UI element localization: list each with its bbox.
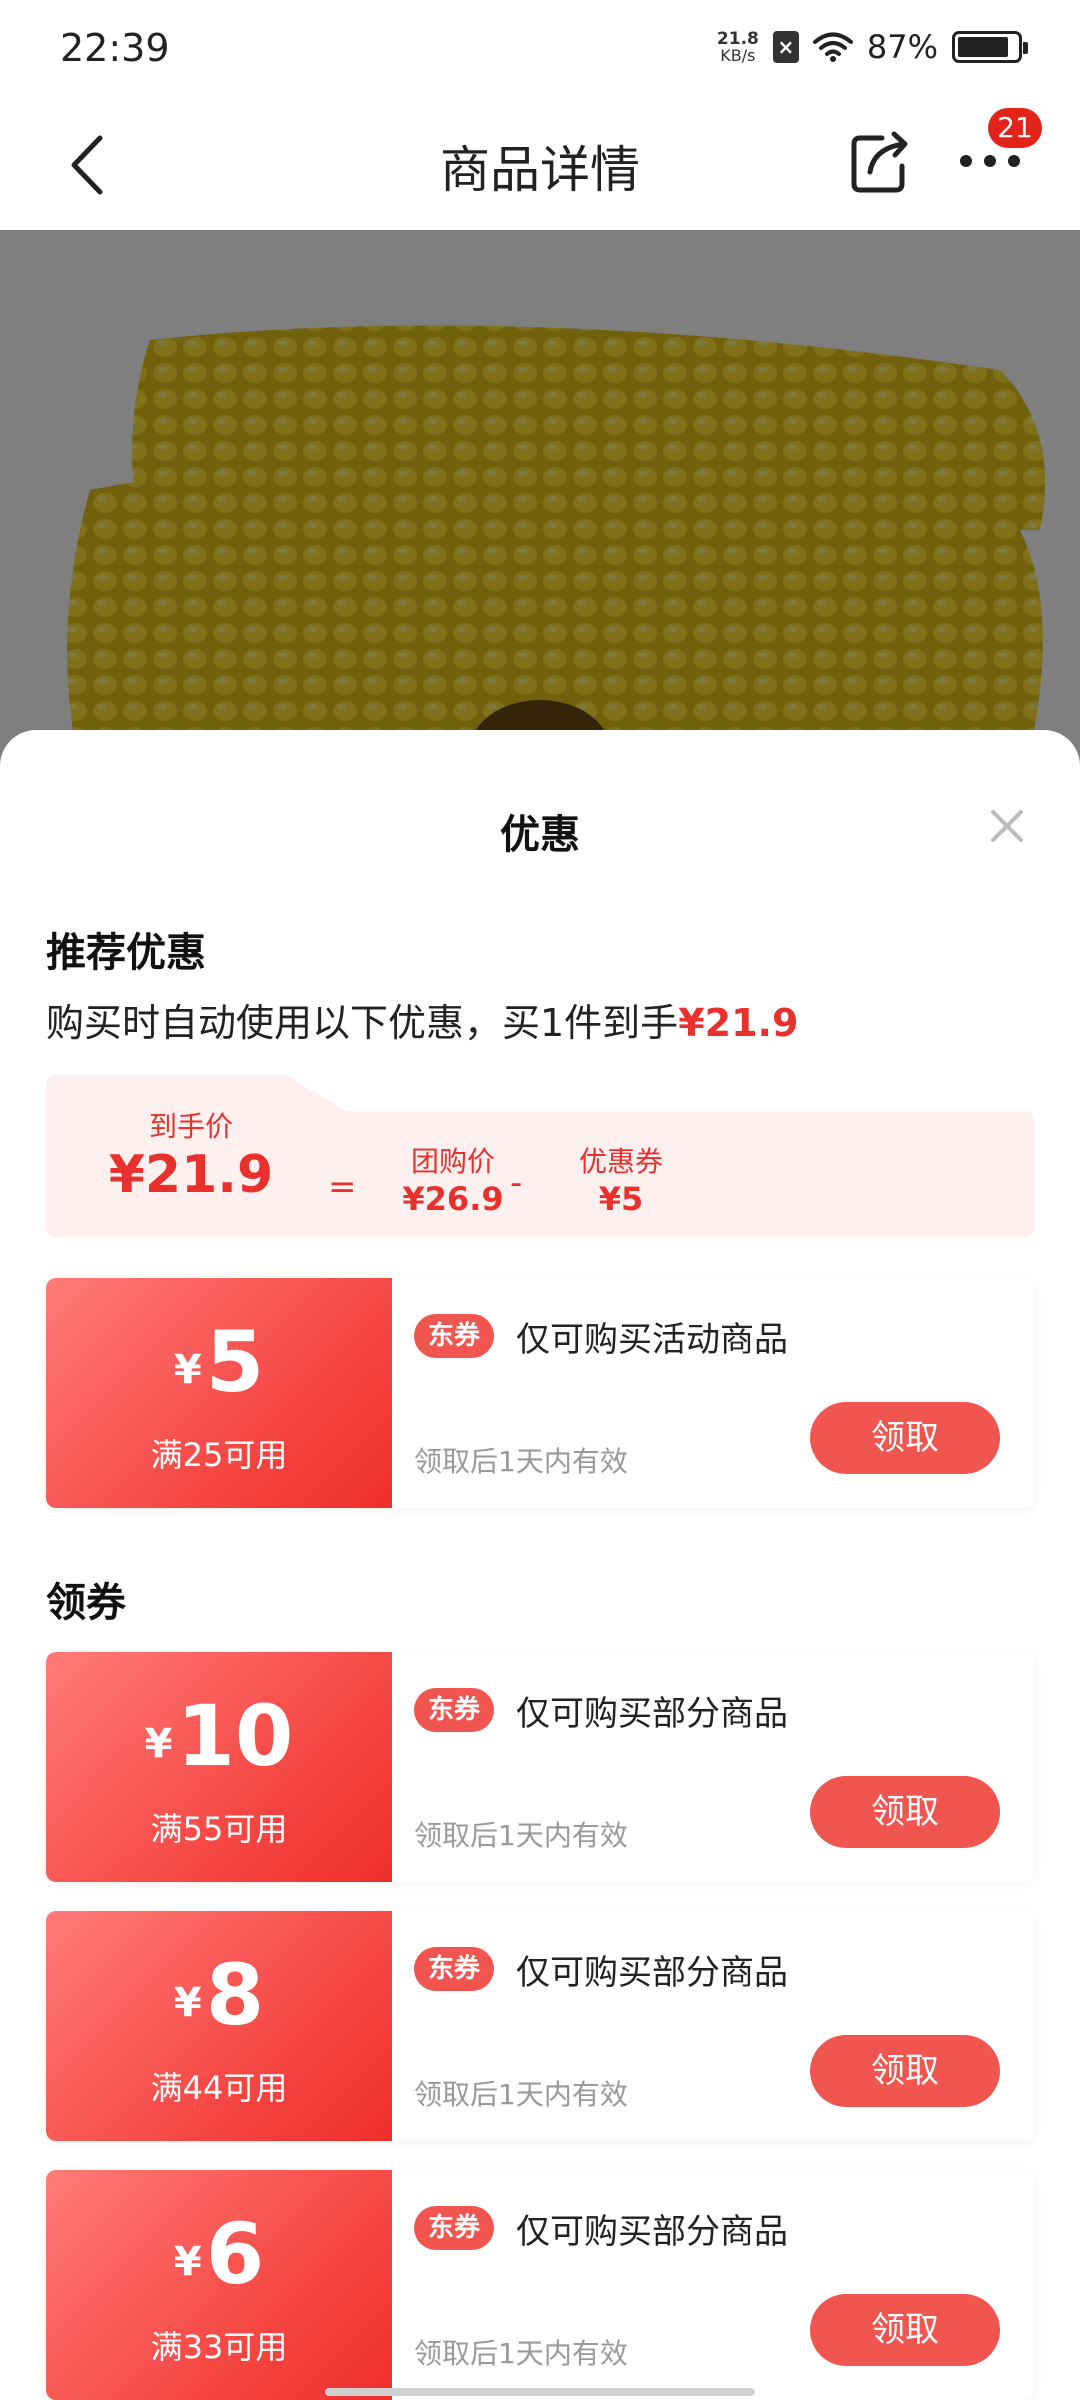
coupon-currency: ¥: [173, 1347, 202, 1393]
coupons-section-title: 领券: [46, 1580, 126, 1626]
coupon-discount-value: ¥5: [598, 1180, 644, 1218]
coupon-validity: 领取后1天内有效: [414, 2337, 628, 2370]
status-bar: 22:39 21.8 KB/s 87%: [0, 0, 1080, 100]
coupon-currency: ¥: [173, 2239, 202, 2285]
coupon-amount-panel: ¥10 满55可用: [46, 1652, 392, 1882]
net-speed: 21.8 KB/s: [716, 28, 759, 65]
price-breakdown: 到手价 ¥21.9 = 团购价 ¥26.9 - 优惠券 ¥5: [46, 1075, 1034, 1237]
recommend-title: 推荐优惠: [46, 930, 206, 976]
coupon-tag: 东券: [414, 1947, 495, 1991]
more-badge: 21: [988, 108, 1042, 148]
battery-icon: [952, 31, 1028, 63]
corn-illustration: [0, 230, 1080, 770]
sim-icon: [772, 31, 799, 63]
close-icon[interactable]: [985, 804, 1029, 848]
coupon-amount-panel: ¥6 满33可用: [46, 2170, 392, 2400]
coupon-tag: 东券: [414, 1314, 495, 1358]
coupon-desc: 仅可购买部分商品: [516, 1694, 788, 1734]
coupon-desc: 仅可购买活动商品: [516, 1320, 788, 1360]
coupon-condition: 满55可用: [150, 1810, 288, 1848]
coupon-currency: ¥: [173, 1980, 202, 2026]
coupon-discount: 优惠券 ¥5: [546, 1140, 696, 1218]
group-price: 团购价 ¥26.9: [378, 1140, 528, 1218]
claim-button[interactable]: 领取: [810, 2035, 1000, 2107]
coupon-condition: 满33可用: [150, 2328, 288, 2366]
final-price-label: 到手价: [148, 1110, 233, 1143]
group-price-value: ¥26.9: [402, 1180, 504, 1218]
recommend-desc: 购买时自动使用以下优惠，买1件到手¥21.9: [46, 992, 798, 1047]
final-price: 到手价 ¥21.9: [86, 1105, 296, 1205]
minus-sign: -: [510, 1163, 523, 1203]
wifi-icon: [812, 32, 853, 62]
battery-fill: [958, 37, 1009, 57]
coupon-desc: 仅可购买部分商品: [516, 1953, 788, 1993]
claim-button[interactable]: 领取: [810, 1776, 1000, 1848]
coupon-card: ¥6 满33可用 东券 仅可购买部分商品 领取后1天内有效 领取: [46, 2170, 1034, 2400]
group-price-label: 团购价: [410, 1145, 495, 1178]
coupon-amount: ¥6: [46, 2212, 392, 2296]
coupon-validity: 领取后1天内有效: [414, 2078, 628, 2111]
coupon-condition: 满44可用: [150, 2069, 288, 2107]
coupon-amount: ¥5: [46, 1320, 392, 1404]
coupon-value: 10: [176, 1687, 294, 1785]
share-icon[interactable]: [848, 126, 912, 196]
recommend-desc-text: 购买时自动使用以下优惠，买1件到手: [46, 1001, 679, 1045]
coupon-amount-panel: ¥5 满25可用: [46, 1278, 392, 1508]
coupon-discount-label: 优惠券: [578, 1145, 663, 1178]
equals-sign: =: [328, 1167, 357, 1207]
coupon-card: ¥10 满55可用 东券 仅可购买部分商品 领取后1天内有效 领取: [46, 1652, 1034, 1882]
nav-bar: 商品详情: [0, 100, 1080, 230]
coupon-value: 6: [205, 2205, 265, 2303]
coupon-value: 5: [205, 1313, 265, 1411]
coupon-card: ¥5 满25可用 东券 仅可购买活动商品 领取后1天内有效 领取: [46, 1278, 1034, 1508]
coupon-sheet: 优惠 推荐优惠 购买时自动使用以下优惠，买1件到手¥21.9 到手价 ¥21.9…: [0, 730, 1080, 2400]
status-time: 22:39: [60, 26, 170, 70]
coupon-tag: 东券: [414, 2206, 495, 2250]
sheet-title: 优惠: [500, 812, 580, 858]
coupon-value: 8: [205, 1946, 265, 2044]
coupon-card: ¥8 满44可用 东券 仅可购买部分商品 领取后1天内有效 领取: [46, 1911, 1034, 2141]
coupon-desc: 仅可购买部分商品: [516, 2212, 788, 2252]
claim-button[interactable]: 领取: [810, 2294, 1000, 2366]
home-indicator[interactable]: [325, 2388, 755, 2396]
status-icons: 21.8 KB/s 87%: [716, 28, 1028, 66]
coupon-validity: 领取后1天内有效: [414, 1819, 628, 1852]
coupon-amount: ¥8: [46, 1953, 392, 2037]
coupon-validity: 领取后1天内有效: [414, 1445, 628, 1478]
coupon-amount: ¥10: [46, 1694, 392, 1778]
net-speed-value: 21.8: [716, 28, 759, 49]
net-speed-unit: KB/s: [720, 45, 756, 65]
claim-button[interactable]: 领取: [810, 1402, 1000, 1474]
product-image: [0, 230, 1080, 770]
coupon-amount-panel: ¥8 满44可用: [46, 1911, 392, 2141]
coupon-condition: 满25可用: [150, 1436, 288, 1474]
battery-percent: 87%: [866, 28, 938, 66]
recommend-price: ¥21.9: [678, 1001, 799, 1045]
page-title: 商品详情: [440, 141, 640, 199]
final-price-value: ¥21.9: [108, 1145, 274, 1205]
product-detail-screen: 22:39 21.8 KB/s 87% 商品详情: [0, 0, 1080, 2400]
coupon-tag: 东券: [414, 1688, 495, 1732]
coupon-currency: ¥: [144, 1721, 173, 1767]
